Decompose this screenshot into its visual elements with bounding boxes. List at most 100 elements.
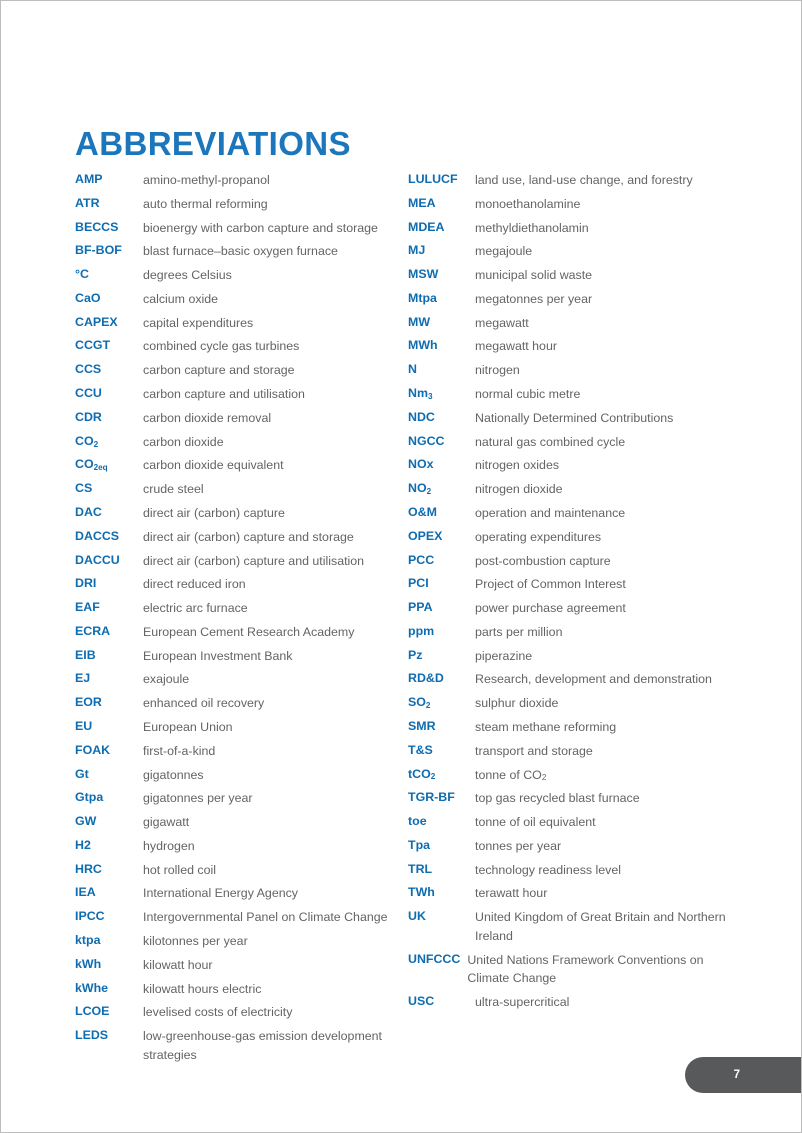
abbreviation-entry: Nnitrogen <box>408 361 738 380</box>
abbreviation-definition: United Nations Framework Conventions on … <box>467 952 704 986</box>
abbreviation-definition: megatonnes per year <box>475 291 593 306</box>
abbreviation-entry: EJ exajoule <box>75 670 395 689</box>
abbreviation-entry: DACCS direct air (carbon) capture and sto… <box>75 528 395 547</box>
abbreviation-term: toe <box>408 814 427 829</box>
abbreviation-term: SMR <box>408 718 436 733</box>
abbreviation-entry: DRI direct reduced iron <box>75 575 395 594</box>
abbreviation-entry: Pz piperazine <box>408 647 738 666</box>
abbreviation-definition: European Investment Bank <box>143 648 293 663</box>
abbreviations-column-left: AMP amino-methyl-propanol ATR auto thermal … <box>75 171 395 1070</box>
abbreviation-definition: Nationally Determined Contributions <box>475 410 674 425</box>
abbreviation-definition: European Union <box>143 719 233 734</box>
abbreviation-term: DACCU <box>75 552 120 567</box>
abbreviation-term: CCU <box>75 386 102 401</box>
abbreviation-entry: CCU carbon capture and utilisation <box>75 385 395 404</box>
abbreviation-term: GW <box>75 814 97 829</box>
abbreviation-term: TWh <box>408 885 435 900</box>
abbreviation-entry: ppm parts per million <box>408 623 738 642</box>
abbreviation-term: NGCC <box>408 433 445 448</box>
abbreviation-term: SO2 <box>408 695 431 711</box>
abbreviation-term: CCGT <box>75 338 111 353</box>
abbreviation-definition: levelised costs of electricity <box>143 1005 293 1020</box>
abbreviation-term: NO2 <box>408 481 432 497</box>
abbreviation-term: NDC <box>408 409 435 424</box>
abbreviation-entry: Nm3 normal cubic metre <box>408 385 738 404</box>
abbreviation-entry: CCGT combined cycle gas turbines <box>75 337 395 356</box>
abbreviation-definition: kilotonnes per year <box>143 934 248 948</box>
abbreviation-term: BF-BOF <box>75 243 122 258</box>
abbreviation-term: PPA <box>408 600 433 615</box>
abbreviation-entry: DAC direct air (carbon) capture <box>75 504 395 523</box>
abbreviation-definition: operation and maintenance <box>475 505 626 520</box>
abbreviation-entry: H2 hydrogen <box>75 837 395 856</box>
abbreviation-definition: transport and storage <box>475 743 593 758</box>
abbreviation-term: IPCC <box>75 909 105 924</box>
abbreviation-term: TGR-BF <box>408 790 455 805</box>
abbreviation-entry: PCI Project of Common Interest <box>408 575 738 594</box>
abbreviation-entry: ATR auto thermal reforming <box>75 195 395 214</box>
abbreviation-definition: calcium oxide <box>143 291 219 306</box>
abbreviation-term: MEA <box>408 195 436 210</box>
page-number-tab: 7 <box>685 1057 801 1093</box>
abbreviation-term: FOAK <box>75 742 111 757</box>
abbreviation-term: UK <box>408 909 426 924</box>
abbreviation-definition: monoethanolamine <box>475 196 581 211</box>
abbreviation-term: ATR <box>75 195 100 210</box>
abbreviation-entry: SO2 sulphur dioxide <box>408 694 738 713</box>
abbreviation-entry: Gt gigatonnes <box>75 766 395 785</box>
abbreviation-entry: PPA power purchase agreement <box>408 599 738 618</box>
abbreviation-entry: MWh megawatt hour <box>408 337 738 356</box>
abbreviation-entry: CCS carbon capture and storage <box>75 361 395 380</box>
abbreviation-definition: United Kingdom of Great Britain and Nort… <box>475 910 726 943</box>
abbreviation-term: EIB <box>75 647 96 662</box>
abbreviation-term: LULUCF <box>408 172 458 186</box>
abbreviation-entry: EU European Union <box>75 718 395 737</box>
abbreviation-term: NOx <box>408 457 434 472</box>
abbreviation-term: kWh <box>75 956 102 971</box>
abbreviation-entry: UK United Kingdom of Great Britain and No… <box>408 908 738 945</box>
abbreviation-term: kWhe <box>75 980 109 995</box>
abbreviation-entry: toe tonne of oil equivalent <box>408 813 738 832</box>
abbreviation-definition: nitrogen oxides <box>475 458 560 473</box>
abbreviation-definition: megajoule <box>475 244 533 259</box>
abbreviation-definition: carbon dioxide <box>143 434 224 449</box>
abbreviation-entry: CDR carbon dioxide removal <box>75 409 395 428</box>
abbreviation-entry: HRC hot rolled coil <box>75 861 395 880</box>
abbreviation-definition: carbon dioxide equivalent <box>143 458 284 473</box>
abbreviation-definition: International Energy Agency <box>143 886 298 901</box>
abbreviation-term: IEA <box>75 885 96 900</box>
abbreviation-definition: tonnes per year <box>475 838 562 853</box>
abbreviation-entry: NGCC natural gas combined cycle <box>408 433 738 452</box>
abbreviation-definition: megawatt hour <box>475 339 557 354</box>
abbreviation-definition: nitrogen dioxide <box>475 482 563 497</box>
abbreviation-definition: tonne of CO2 <box>475 767 547 783</box>
abbreviation-definition: crude steel <box>143 482 204 497</box>
abbreviation-term: DRI <box>75 576 97 591</box>
abbreviation-definition: municipal solid waste <box>475 268 593 283</box>
abbreviation-term: ppm <box>408 623 435 638</box>
abbreviation-definition: carbon capture and storage <box>143 363 295 378</box>
abbreviation-entry: DACCU direct air (carbon) capture and uti… <box>75 552 395 571</box>
abbreviation-entry: MDEA methyldiethanolamin <box>408 219 738 238</box>
abbreviation-definition: kilowatt hours electric <box>143 981 262 996</box>
abbreviation-definition: carbon dioxide removal <box>143 410 272 425</box>
abbreviation-entry: USC ultra-supercritical <box>408 993 738 1012</box>
abbreviation-entry: kWh kilowatt hour <box>75 956 395 975</box>
abbreviation-definition: gigatonnes per year <box>143 791 253 806</box>
abbreviation-definition: direct air (carbon) capture and storage <box>143 529 354 544</box>
abbreviation-entry: EIB European Investment Bank <box>75 647 395 666</box>
abbreviation-definition: nitrogen <box>475 363 520 378</box>
abbreviation-definition: post-combustion capture <box>475 553 611 568</box>
abbreviation-term: CAPEX <box>75 314 118 329</box>
abbreviation-term: CDR <box>75 409 102 424</box>
abbreviation-entry: CaO calcium oxide <box>75 290 395 309</box>
abbreviation-definition: parts per million <box>475 624 563 639</box>
abbreviation-entry: BECCS bioenergy with carbon capture and s… <box>75 219 395 238</box>
abbreviation-term: CaO <box>75 290 101 305</box>
abbreviation-term: CO2eq <box>75 457 108 473</box>
abbreviation-definition: blast furnace–basic oxygen furnace <box>143 244 338 259</box>
abbreviation-term: O&M <box>408 504 437 519</box>
abbreviation-definition: first-of-a-kind <box>143 743 216 758</box>
abbreviation-term: ECRA <box>75 623 111 638</box>
abbreviation-term: MSW <box>408 267 439 282</box>
